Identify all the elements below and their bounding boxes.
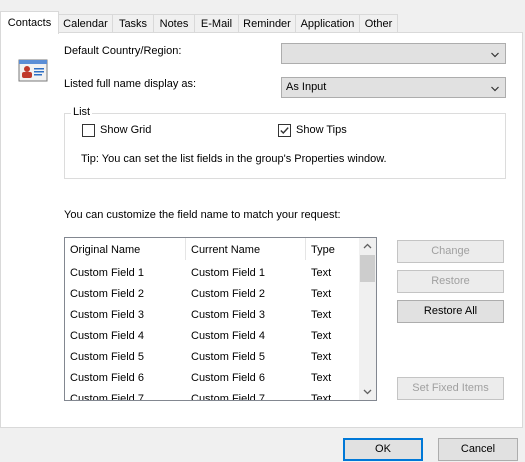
cell-original-name: Custom Field 6 [70,372,144,384]
scroll-thumb[interactable] [360,255,375,282]
tab-contacts[interactable]: Contacts [0,11,59,34]
contacts-panel: Default Country/Region: Listed full name… [0,32,523,428]
cell-current-name: Custom Field 6 [191,372,265,384]
tab-application[interactable]: Application [295,14,360,33]
checkmark-icon [280,127,289,135]
fullname-label: Listed full name display as: [64,78,197,90]
cell-type: Text [311,267,332,279]
cell-current-name: Custom Field 2 [191,288,265,300]
tab-other[interactable]: Other [359,14,398,33]
listview-header: Original Name Current Name Type [65,238,359,260]
table-row[interactable]: Custom Field 5 Custom Field 5 Text [65,347,359,368]
table-row[interactable]: Custom Field 4 Custom Field 4 Text [65,326,359,347]
cell-type: Text [311,288,332,300]
cell-current-name: Custom Field 7 [191,393,265,401]
cell-type: Text [311,351,332,363]
table-row[interactable]: Custom Field 7 Custom Field 7 Text [65,389,359,401]
fullname-select[interactable]: As Input [281,77,506,98]
table-row[interactable]: Custom Field 6 Custom Field 6 Text [65,368,359,389]
tip-text: Tip: You can set the list fields in the … [81,153,387,165]
cell-type: Text [311,330,332,342]
cell-type: Text [311,372,332,384]
tab-reminder[interactable]: Reminder [238,14,296,33]
cell-original-name: Custom Field 3 [70,309,144,321]
table-row[interactable]: Custom Field 3 Custom Field 3 Text [65,305,359,326]
table-row[interactable]: Custom Field 2 Custom Field 2 Text [65,284,359,305]
tab-calendar[interactable]: Calendar [58,14,113,33]
column-current-name[interactable]: Current Name [186,238,306,260]
cell-original-name: Custom Field 1 [70,267,144,279]
show-grid-label: Show Grid [100,124,152,136]
list-groupbox: List Show Grid Show Tips Tip: You can se… [64,106,506,179]
cell-original-name: Custom Field 2 [70,288,144,300]
cancel-button[interactable]: Cancel [438,438,518,461]
column-type[interactable]: Type [306,238,359,260]
ok-button[interactable]: OK [343,438,423,461]
cell-original-name: Custom Field 5 [70,351,144,363]
chevron-down-icon [491,84,499,92]
default-country-select[interactable] [281,43,506,64]
restore-button[interactable]: Restore [397,270,504,293]
set-fixed-items-button[interactable]: Set Fixed Items [397,377,504,400]
cell-original-name: Custom Field 4 [70,330,144,342]
fields-listview[interactable]: Original Name Current Name Type Custom F… [64,237,377,401]
cell-current-name: Custom Field 5 [191,351,265,363]
cell-original-name: Custom Field 7 [70,393,144,401]
cell-type: Text [311,393,332,401]
cell-current-name: Custom Field 1 [191,267,265,279]
cell-current-name: Custom Field 3 [191,309,265,321]
scroll-down-icon[interactable] [359,383,376,400]
tab-tasks[interactable]: Tasks [112,14,154,33]
show-tips-checkbox[interactable] [278,124,291,137]
scroll-up-icon[interactable] [359,238,376,255]
change-button[interactable]: Change [397,240,504,263]
show-grid-checkbox[interactable] [82,124,95,137]
column-original-name[interactable]: Original Name [65,238,186,260]
show-tips-label: Show Tips [296,124,347,136]
tab-strip: Contacts Calendar Tasks Notes E-Mail Rem… [0,0,525,34]
cell-type: Text [311,309,332,321]
table-row[interactable]: Custom Field 1 Custom Field 1 Text [65,263,359,284]
cell-current-name: Custom Field 4 [191,330,265,342]
fullname-value: As Input [286,81,327,93]
list-group-label: List [71,106,93,118]
chevron-down-icon [491,50,499,58]
contact-card-icon [17,56,49,84]
listview-scrollbar[interactable] [359,238,376,400]
default-country-label: Default Country/Region: [64,45,182,57]
customize-text: You can customize the field name to matc… [64,209,341,221]
restore-all-button[interactable]: Restore All [397,300,504,323]
tab-notes[interactable]: Notes [153,14,195,33]
tab-email[interactable]: E-Mail [194,14,239,33]
